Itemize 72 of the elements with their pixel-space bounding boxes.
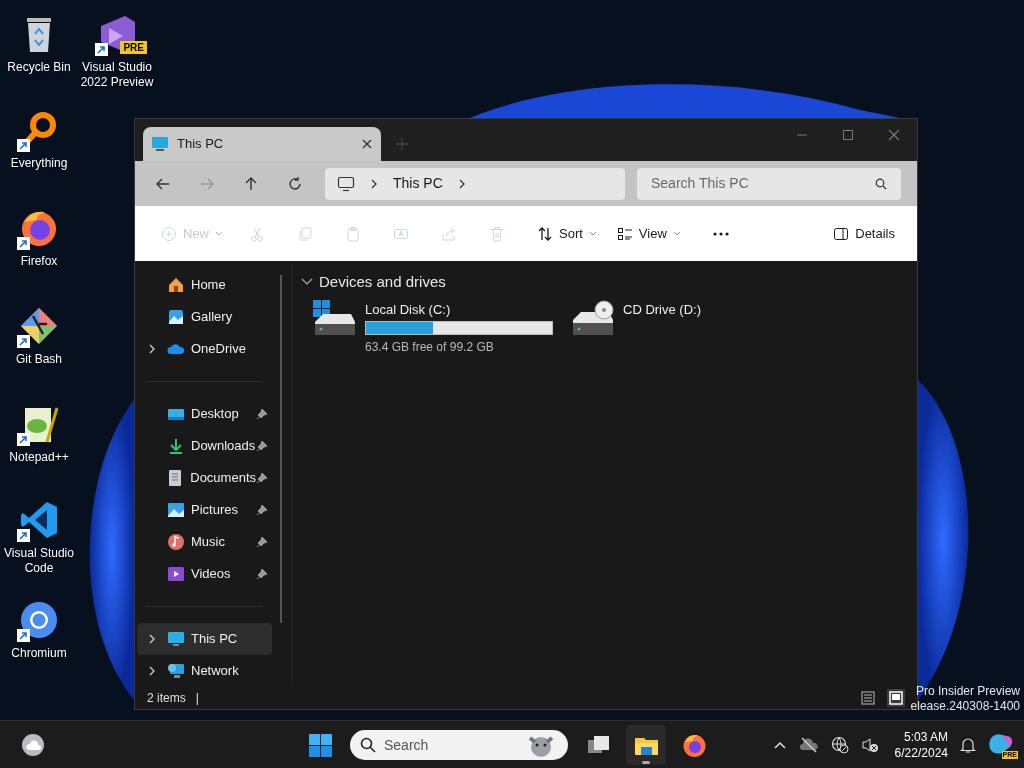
network-monitor-icon <box>167 662 185 680</box>
preview-badge: PRE <box>120 41 147 54</box>
desktop-icon-label[interactable]: Visual Studio Code <box>0 546 78 576</box>
desktop-icon-label[interactable]: Visual Studio 2022 Preview <box>78 60 156 90</box>
item-count: 2 items <box>147 690 186 707</box>
windows-logo-icon <box>307 732 333 758</box>
breadcrumb-item[interactable]: This PC <box>393 173 443 194</box>
browser-tab[interactable]: This PC <box>143 127 381 161</box>
status-separator: | <box>195 690 199 707</box>
desktop-icon-label[interactable]: Notepad++ <box>9 450 69 465</box>
section-header[interactable]: Devices and drives <box>301 271 917 294</box>
weather-icon[interactable] <box>20 732 46 758</box>
desktop-icon-label[interactable]: Everything <box>10 156 68 171</box>
system-watermark-text: Pro Insider Preview <box>915 684 1020 699</box>
sidebar-item[interactable]: Desktop <box>137 398 272 430</box>
picture-icon <box>167 501 185 519</box>
sidebar-item[interactable]: Network <box>137 655 272 687</box>
desktop-icon-label[interactable]: Recycle Bin <box>7 60 71 75</box>
chevron-right-icon[interactable] <box>148 633 156 645</box>
chevron-right-icon[interactable] <box>148 343 156 355</box>
folder-taskbar-button[interactable] <box>626 725 666 765</box>
chevron-up-icon[interactable] <box>772 740 787 750</box>
sidebar-item[interactable]: Home <box>137 269 272 301</box>
drive-item[interactable]: CD Drive (D:) <box>571 299 771 356</box>
sidebar-item[interactable]: Music <box>137 526 272 558</box>
search-box[interactable]: Search This PC <box>637 167 901 200</box>
drive-name: Local Disk (C:) <box>365 300 452 319</box>
tab-title: This PC <box>177 135 225 154</box>
close-icon[interactable] <box>361 138 373 150</box>
desktop-icon-label[interactable]: Chromium <box>11 646 67 661</box>
view-button[interactable]: View <box>608 216 689 251</box>
monitor-icon <box>151 136 169 152</box>
scrollbar[interactable] <box>280 275 282 623</box>
globe-blocked-icon[interactable] <box>830 736 849 754</box>
download-arrow-icon <box>167 437 185 455</box>
gallery-icon <box>167 308 185 326</box>
desktop-icon-label[interactable]: Firefox <box>20 254 58 269</box>
chevron-down-icon <box>301 278 313 287</box>
monitor-icon <box>167 630 185 648</box>
house-icon <box>167 276 185 294</box>
system-watermark-text: elease.240308-1400 <box>910 699 1020 714</box>
firefox-icon <box>681 732 707 758</box>
sidebar-item[interactable]: This PC <box>137 623 272 655</box>
sidebar-item[interactable]: Gallery <box>137 301 272 333</box>
search-field[interactable]: Search This PC <box>651 173 875 194</box>
sidebar-item[interactable]: Downloads <box>137 430 272 462</box>
clock[interactable]: 5:03 AM 6/22/2024 <box>894 729 948 761</box>
sidebar-item[interactable]: OneDrive <box>137 333 272 365</box>
details-view-icon[interactable] <box>859 689 877 707</box>
drive-space-text: 63.4 GB free of 99.2 GB <box>365 339 495 356</box>
search-icon <box>875 177 887 190</box>
bell-icon[interactable] <box>960 736 976 754</box>
chevron-right-icon <box>369 177 379 190</box>
address-bar[interactable]: This PC <box>325 167 625 200</box>
chevron-right-icon[interactable] <box>148 665 156 677</box>
taskbar-search-box[interactable]: Search <box>350 730 568 760</box>
sidebar-item[interactable]: Videos <box>137 558 272 590</box>
sidebar-item[interactable]: Pictures <box>137 494 272 526</box>
tiles-view-icon[interactable] <box>887 689 905 707</box>
taskbar-search-field[interactable]: Search <box>384 734 516 756</box>
speaker-muted-icon[interactable] <box>860 736 879 754</box>
video-icon <box>167 565 185 583</box>
sidebar-item[interactable]: Documents <box>137 462 272 494</box>
desktop-icon-label[interactable]: Git Bash <box>16 352 62 367</box>
search-icon <box>360 737 376 753</box>
drive-name: CD Drive (D:) <box>623 300 702 319</box>
sort-button[interactable]: Sort <box>529 216 605 251</box>
monitor-icon <box>337 175 355 192</box>
details-button[interactable]: Details <box>825 216 903 251</box>
drive-item[interactable]: Local Disk (C:) 63.4 GB free of 99.2 GB <box>313 299 555 356</box>
cloud-off-icon[interactable] <box>798 737 819 753</box>
music-note-icon <box>167 533 185 551</box>
